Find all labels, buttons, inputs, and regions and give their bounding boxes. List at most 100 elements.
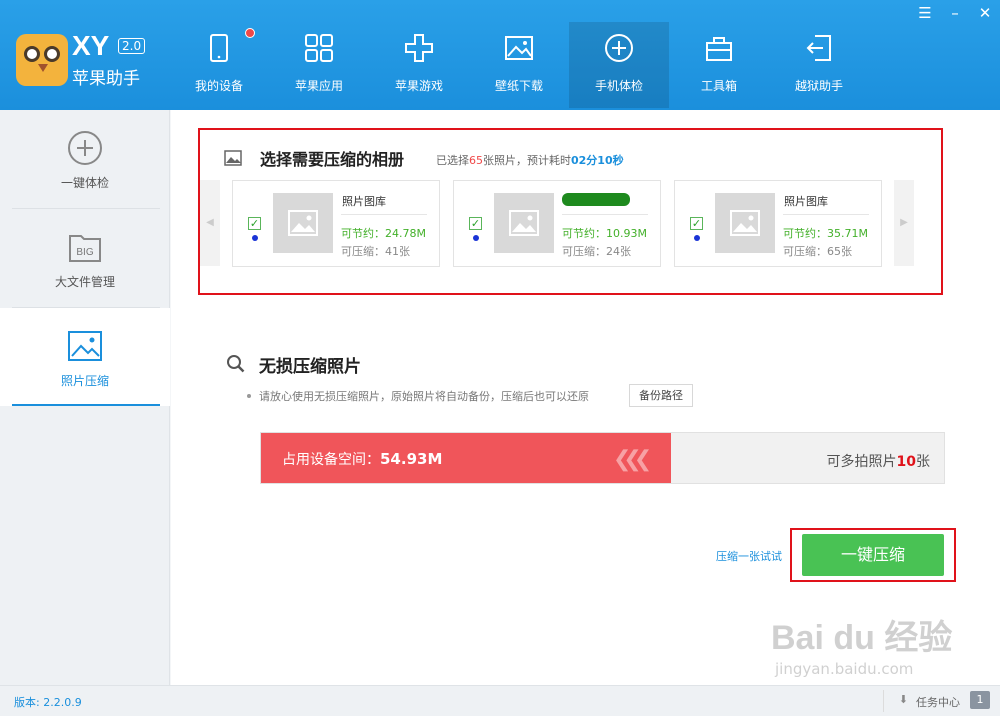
album-compressible: 可压缩：65张 [783, 245, 852, 258]
nav-item-phone-checkup[interactable]: 手机体检 [569, 22, 669, 108]
sidebar-item-one-click-check[interactable]: 一键体检 [0, 110, 170, 208]
album-thumbnail [494, 193, 554, 253]
main-panel: 选择需要压缩的相册 已选择65张照片，预计耗时02分10秒 ◀ ✓ 照片图库 可… [171, 110, 1000, 685]
nav-item-wallpaper[interactable]: 壁纸下载 [469, 22, 569, 108]
album-savings: 可节约：24.78M [341, 227, 426, 240]
section-title: 选择需要压缩的相册 [260, 150, 405, 169]
nav-label: 苹果应用 [294, 79, 343, 93]
sidebar: 一键体检 BIG 大文件管理 照片压缩 [0, 110, 170, 685]
nav-label: 越狱助手 [794, 79, 843, 93]
sidebar-item-label: 大文件管理 [54, 275, 115, 289]
status-dot [252, 235, 258, 241]
apps-grid-icon [305, 34, 333, 62]
sidebar-item-big-files[interactable]: BIG 大文件管理 [0, 209, 170, 307]
active-indicator [12, 404, 160, 406]
big-file-icon: BIG [69, 235, 101, 262]
notification-dot [245, 28, 255, 38]
extra-photos-text: 可多拍照片10张 [826, 454, 930, 470]
selected-count: 65 [469, 154, 483, 167]
usage-fill: 占用设备空间：54.93M ❮❮❮ [261, 433, 671, 483]
close-icon[interactable]: ✕ [970, 0, 1000, 26]
sidebar-item-label: 一键体检 [60, 176, 109, 190]
version-text: 版本: 2.2.0.9 [14, 696, 82, 709]
task-center-link[interactable]: 任务中心 [916, 694, 960, 710]
album-card[interactable]: ✓ 照片图库 可节约：35.71M 可压缩：65张 [674, 180, 882, 267]
album-savings: 可节约：10.93M [562, 227, 647, 240]
used-size: 54.93M [380, 450, 443, 468]
toolbox-icon [706, 37, 732, 61]
app-name: 苹果助手 [72, 69, 140, 89]
redacted-album-name [562, 193, 630, 206]
album-savings: 可节约：35.71M [783, 227, 868, 240]
scroll-right-button[interactable]: ▶ [894, 180, 914, 266]
plus-circle-icon [605, 34, 633, 62]
download-arrow-icon: ⬇ [898, 693, 908, 706]
try-one-link[interactable]: 压缩一张试试 [716, 548, 782, 564]
scroll-left-button[interactable]: ◀ [200, 180, 220, 266]
backup-path-button[interactable]: 备份路径 [629, 384, 693, 407]
nav-label: 壁纸下载 [494, 79, 543, 93]
version-badge: 2.0 [118, 38, 146, 54]
album-card[interactable]: ✓ 可节约：10.93M 可压缩：24张 [453, 180, 661, 267]
image-icon [505, 36, 533, 60]
album-checkbox[interactable]: ✓ [469, 217, 482, 230]
divider [562, 214, 648, 215]
nav-item-toolbox[interactable]: 工具箱 [669, 22, 769, 108]
selection-summary: 已选择65张照片，预计耗时02分10秒 [436, 154, 624, 167]
owl-logo-icon [16, 34, 68, 86]
album-selection-section: 选择需要压缩的相册 已选择65张照片，预计耗时02分10秒 ◀ ✓ 照片图库 可… [198, 128, 943, 295]
nav-label: 苹果游戏 [394, 79, 443, 93]
nav-item-my-device[interactable]: 我的设备 [169, 22, 269, 108]
album-compressible: 可压缩：41张 [341, 245, 410, 258]
bullet [247, 394, 251, 398]
search-icon [227, 355, 245, 373]
album-compressible: 可压缩：24张 [562, 245, 631, 258]
nav-label: 我的设备 [194, 79, 243, 93]
window-controls: ☰ – ✕ [910, 0, 1000, 26]
lossless-hint: 请放心使用无损压缩照片，原始照片将自动备份，压缩后也可以还原 [259, 390, 589, 403]
svg-text:BIG: BIG [76, 247, 93, 258]
status-dot [473, 235, 479, 241]
chevrons-icon: ❮❮❮ [613, 447, 652, 472]
album-thumbnail [715, 193, 775, 253]
photo-icon [68, 331, 102, 361]
exit-icon [806, 35, 831, 61]
divider [783, 214, 869, 215]
nav-item-apple-apps[interactable]: 苹果应用 [269, 22, 369, 108]
menu-icon[interactable]: ☰ [910, 0, 940, 26]
image-placeholder-icon [288, 210, 318, 236]
gamepad-icon [405, 34, 433, 62]
status-bar: 版本: 2.2.0.9 ⬇ 任务中心 1 [0, 685, 1000, 716]
nav-item-jailbreak[interactable]: 越狱助手 [769, 22, 869, 108]
estimated-time: 02分10秒 [571, 154, 624, 167]
lossless-title: 无损压缩照片 [259, 357, 361, 377]
status-dot [694, 235, 700, 241]
compress-all-button[interactable]: 一键压缩 [802, 534, 944, 576]
app-logo: XY 2.0 苹果助手 [12, 30, 172, 90]
sidebar-item-label: 照片压缩 [60, 374, 109, 388]
sidebar-item-photo-compress[interactable]: 照片压缩 [0, 308, 170, 406]
album-card[interactable]: ✓ 照片图库 可节约：24.78M 可压缩：41张 [232, 180, 440, 267]
task-count-badge: 1 [970, 691, 990, 709]
extra-photos-count: 10 [896, 454, 916, 470]
divider [883, 690, 884, 712]
minimize-icon[interactable]: – [940, 0, 970, 26]
usage-label: 占用设备空间：54.93M [282, 450, 443, 468]
image-placeholder-icon [509, 210, 539, 236]
nav-label: 手机体检 [594, 79, 643, 93]
nav-label: 工具箱 [700, 79, 737, 93]
device-icon [210, 34, 228, 62]
image-placeholder-icon [730, 210, 760, 236]
divider [341, 214, 427, 215]
main-nav: 我的设备 苹果应用 苹果游戏 壁纸下载 手机体检 工具箱 越狱助手 [169, 22, 869, 110]
top-bar: XY 2.0 苹果助手 我的设备 苹果应用 苹果游戏 壁纸下载 手机体检 工具箱 [0, 0, 1000, 110]
album-checkbox[interactable]: ✓ [690, 217, 703, 230]
album-checkbox[interactable]: ✓ [248, 217, 261, 230]
storage-usage-bar: 占用设备空间：54.93M ❮❮❮ 可多拍照片10张 [260, 432, 945, 484]
nav-item-apple-games[interactable]: 苹果游戏 [369, 22, 469, 108]
plus-circle-icon [68, 131, 102, 165]
image-icon [224, 150, 242, 166]
album-name: 照片图库 [342, 195, 386, 208]
logo-text: XY [72, 30, 110, 61]
album-name: 照片图库 [784, 195, 828, 208]
